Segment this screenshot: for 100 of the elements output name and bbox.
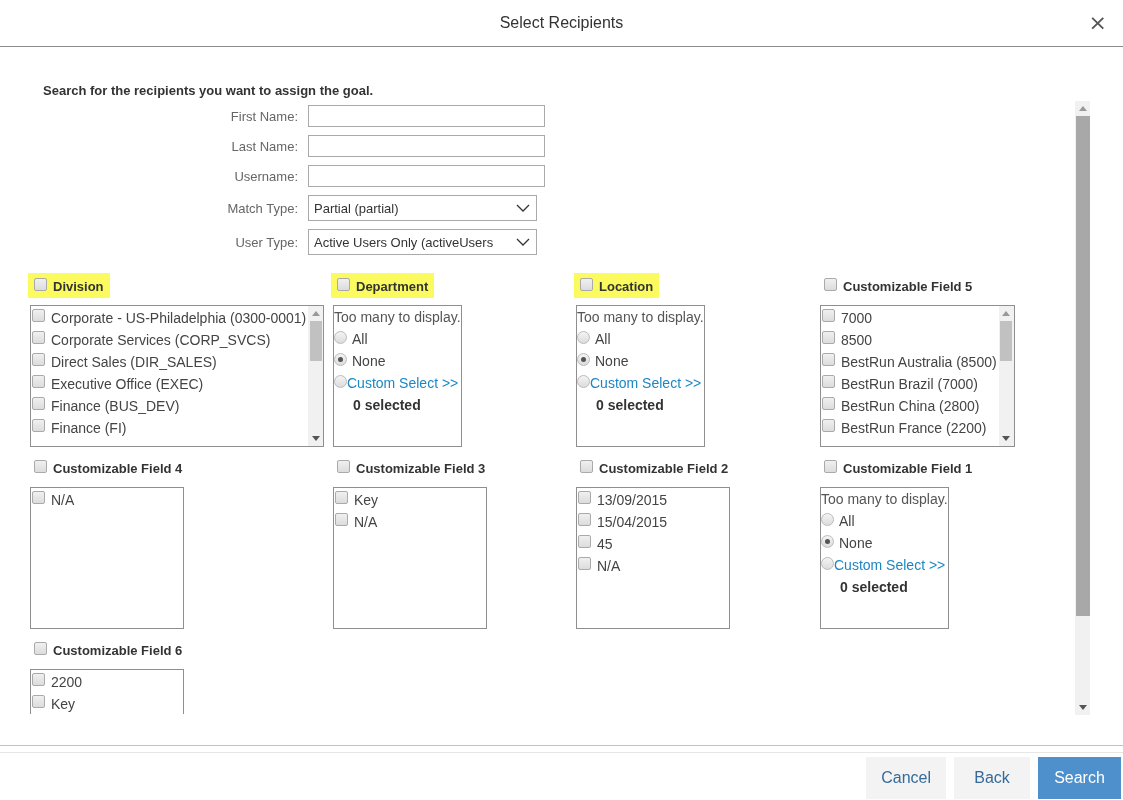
selected-count: 0 selected	[353, 396, 422, 415]
option-label: 2200	[51, 674, 84, 690]
radio-button[interactable]	[821, 556, 834, 570]
chevron-down-icon	[516, 204, 530, 212]
option-label: All	[352, 331, 368, 347]
checkbox[interactable]	[822, 352, 835, 366]
option-label: Direct Sales (DIR_SALES)	[51, 354, 218, 370]
scroll-thumb[interactable]	[309, 321, 322, 361]
radio-button[interactable]	[334, 330, 347, 344]
radio-button[interactable]	[334, 352, 347, 366]
checkbox[interactable]	[335, 512, 348, 526]
scroll-up-icon[interactable]	[1002, 311, 1011, 316]
scrollbar[interactable]	[1075, 101, 1090, 715]
selected-count: 0 selected	[840, 578, 909, 597]
checkbox[interactable]	[32, 352, 45, 366]
text-field[interactable]	[308, 135, 545, 157]
radio-button[interactable]	[577, 352, 590, 366]
dropdown[interactable]: Active Users Only (activeUsers	[308, 229, 537, 255]
filter-title: Division	[53, 278, 104, 294]
checkbox[interactable]	[34, 642, 47, 655]
checkbox[interactable]	[822, 374, 835, 388]
text-field[interactable]	[308, 105, 545, 127]
option-label: BestRun Australia (8500)	[841, 354, 998, 370]
checkbox[interactable]	[335, 490, 348, 504]
checkbox[interactable]	[32, 694, 45, 708]
option-label: None	[352, 353, 386, 369]
checkbox[interactable]	[32, 308, 45, 322]
radio-button[interactable]	[577, 330, 590, 344]
option-label: 8500	[841, 332, 874, 348]
scroll-up-icon[interactable]	[311, 311, 320, 316]
checkbox[interactable]	[822, 396, 835, 410]
option-label: Corporate - US-Philadelphia (0300-0001)	[51, 310, 308, 326]
selected-count: 0 selected	[596, 396, 665, 415]
search-button[interactable]: Search	[1038, 757, 1121, 799]
checkbox[interactable]	[578, 556, 591, 570]
filter-title: Customizable Field 3	[356, 460, 486, 476]
radio-button[interactable]	[821, 512, 834, 526]
filter-title: Customizable Field 2	[599, 460, 729, 476]
dialog-button[interactable]: Cancel	[866, 757, 946, 799]
option-label: Key	[51, 696, 77, 712]
filter-title: Customizable Field 5	[843, 278, 973, 294]
scroll-down-icon[interactable]	[1078, 705, 1087, 710]
instruction-text: Search for the recipients you want to assign the goal.	[43, 83, 375, 99]
field-label: First Name:	[229, 108, 298, 124]
option-label: 13/09/2015	[597, 492, 669, 508]
checkbox[interactable]	[578, 490, 591, 504]
option-label: 15/04/2015	[597, 514, 669, 530]
checkbox[interactable]	[32, 330, 45, 344]
field-label: User Type:	[234, 234, 298, 250]
option-label: BestRun France (2200)	[841, 420, 988, 436]
custom-select-link[interactable]: Custom Select >>	[347, 375, 461, 391]
close-button[interactable]: ×	[1082, 9, 1113, 37]
checkbox[interactable]	[32, 490, 45, 504]
checkbox[interactable]	[824, 460, 837, 473]
radio-button[interactable]	[334, 374, 347, 388]
custom-select-link[interactable]: Custom Select >>	[590, 375, 704, 391]
checkbox[interactable]	[580, 278, 593, 291]
checkbox[interactable]	[32, 672, 45, 686]
checkbox[interactable]	[337, 278, 350, 291]
option-label: N/A	[597, 558, 622, 574]
checkbox[interactable]	[824, 278, 837, 291]
filter-title: Customizable Field 1	[843, 460, 973, 476]
scroll-down-icon[interactable]	[1002, 436, 1011, 441]
option-label: Finance (FI)	[51, 420, 128, 436]
checkbox[interactable]	[578, 534, 591, 548]
scroll-thumb[interactable]	[1000, 321, 1013, 361]
radio-button[interactable]	[577, 374, 590, 388]
option-label: BestRun China (2800)	[841, 398, 981, 414]
note-text: Too many to display.	[577, 308, 704, 327]
option-label: 7000	[841, 310, 874, 326]
note-text: Too many to display.	[334, 308, 461, 327]
dialog-button[interactable]: Back	[954, 757, 1030, 799]
scroll-thumb[interactable]	[1075, 116, 1090, 616]
option-label: All	[839, 513, 855, 529]
custom-select-link[interactable]: Custom Select >>	[834, 557, 948, 573]
checkbox[interactable]	[34, 278, 47, 291]
text-field[interactable]	[308, 165, 545, 187]
field-label: Last Name:	[230, 138, 298, 154]
checkbox[interactable]	[32, 396, 45, 410]
chevron-down-icon	[516, 238, 530, 246]
checkbox[interactable]	[32, 374, 45, 388]
checkbox[interactable]	[822, 308, 835, 322]
option-label: Key	[354, 492, 380, 508]
dropdown[interactable]: Partial (partial)	[308, 195, 537, 221]
checkbox[interactable]	[822, 418, 835, 432]
checkbox[interactable]	[822, 330, 835, 344]
field-label: Match Type:	[226, 200, 298, 216]
field-label: Username:	[233, 168, 298, 184]
scroll-up-icon[interactable]	[1078, 106, 1087, 111]
checkbox[interactable]	[580, 460, 593, 473]
checkbox[interactable]	[32, 418, 45, 432]
scroll-down-icon[interactable]	[311, 436, 320, 441]
scrollbar[interactable]	[998, 306, 1014, 446]
checkbox[interactable]	[578, 512, 591, 526]
option-label: 45	[597, 536, 614, 552]
checkbox[interactable]	[34, 460, 47, 473]
checkbox[interactable]	[337, 460, 350, 473]
note-text: Too many to display.	[821, 490, 948, 509]
radio-button[interactable]	[821, 534, 834, 548]
scrollbar[interactable]	[308, 306, 324, 446]
